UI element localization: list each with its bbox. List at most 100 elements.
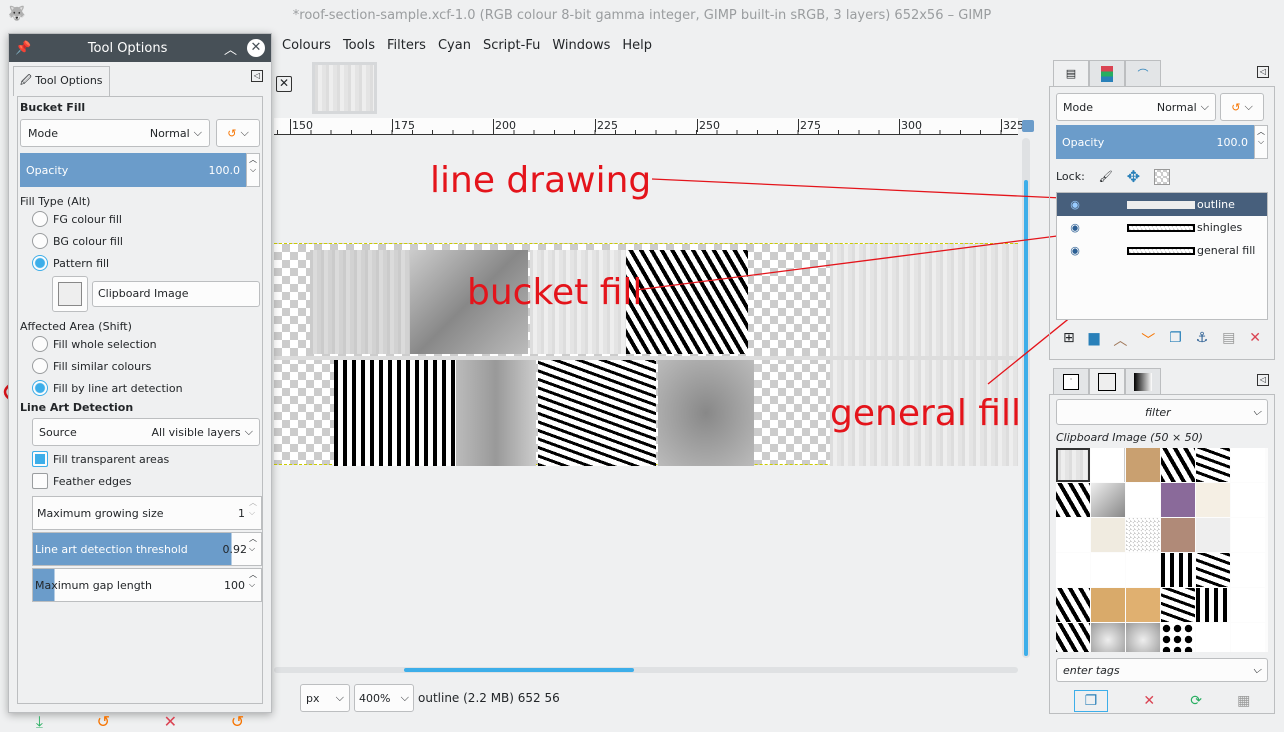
lower-layer-icon[interactable]: ﹀	[1141, 330, 1155, 350]
layer-name[interactable]: shingles	[1197, 221, 1242, 234]
duplicate-layer-icon[interactable]: ❐	[1169, 330, 1182, 350]
pattern-swatch[interactable]	[1126, 588, 1160, 622]
pattern-grid[interactable]	[1056, 448, 1268, 652]
layer-row-shingles[interactable]: ◉ shingles	[1057, 216, 1267, 239]
pattern-swatch[interactable]	[1196, 588, 1230, 622]
delete-layer-icon[interactable]: ✕	[1249, 330, 1261, 350]
pattern-swatch[interactable]	[1196, 623, 1230, 652]
pattern-button[interactable]	[52, 276, 88, 312]
pattern-swatch[interactable]	[1056, 588, 1090, 622]
new-group-icon[interactable]: ▆	[1089, 330, 1100, 350]
pattern-swatch[interactable]	[1196, 448, 1230, 482]
pattern-name-field[interactable]: Clipboard Image	[92, 281, 260, 307]
pattern-swatch[interactable]	[1126, 483, 1160, 517]
tab-menu-icon[interactable]: ◁	[1257, 374, 1269, 386]
pattern-swatch[interactable]	[1161, 588, 1195, 622]
lock-pixels-icon[interactable]: 🖌	[1099, 170, 1113, 183]
tab-patterns[interactable]	[1089, 368, 1125, 394]
anchor-layer-icon[interactable]: ⚓	[1196, 330, 1209, 350]
visibility-eye-icon[interactable]: ◉	[1057, 244, 1093, 257]
filter-input[interactable]: filter ⌵	[1056, 399, 1268, 425]
pattern-swatch[interactable]	[1196, 518, 1230, 552]
lock-position-icon[interactable]: ✥	[1127, 167, 1140, 186]
pattern-swatch[interactable]	[1126, 623, 1160, 652]
pin-icon[interactable]: 📌	[15, 41, 31, 56]
opacity-stepper[interactable]: ︿ ⌵	[246, 153, 260, 187]
pattern-swatch[interactable]	[1196, 553, 1230, 587]
layer-reset-mode-button[interactable]: ↺ ⌵	[1220, 93, 1264, 121]
pattern-swatch[interactable]	[1161, 553, 1195, 587]
raise-layer-icon[interactable]: ︿	[1113, 330, 1127, 350]
visibility-eye-icon[interactable]: ◉	[1057, 198, 1093, 211]
pattern-swatch[interactable]	[1231, 553, 1265, 587]
zoom-select[interactable]: 400% ⌵	[354, 684, 414, 712]
radio-whole-selection[interactable]: Fill whole selection	[20, 333, 260, 355]
threshold-spinscale[interactable]: Line art detection threshold 0.92 ︿ ⌵	[32, 532, 262, 566]
minimize-icon[interactable]: ︿	[224, 39, 237, 58]
tab-menu-icon[interactable]: ◁	[251, 70, 263, 82]
refresh-patterns-icon[interactable]: ⟳	[1190, 693, 1202, 709]
pattern-swatch[interactable]	[1056, 623, 1090, 652]
layer-row-outline[interactable]: ◉ outline	[1057, 193, 1267, 216]
layer-name[interactable]: general fill	[1197, 244, 1255, 257]
checkbox-feather-edges[interactable]: Feather edges	[20, 470, 260, 492]
pattern-swatch[interactable]	[1231, 588, 1265, 622]
max-gap-spinscale[interactable]: Maximum gap length 100 ︿ ⌵	[32, 568, 262, 602]
checkbox-fill-transparent[interactable]: Fill transparent areas	[20, 448, 260, 470]
pattern-swatch[interactable]	[1231, 518, 1265, 552]
pattern-swatch[interactable]	[1056, 518, 1090, 552]
open-pattern-as-image-icon[interactable]: ❐	[1073, 690, 1109, 712]
new-layer-icon[interactable]: ⊞	[1063, 330, 1075, 350]
pattern-swatch[interactable]	[1091, 588, 1125, 622]
tool-options-titlebar[interactable]: 📌 Tool Options ︿ ✕	[9, 34, 271, 62]
unit-select[interactable]: px ⌵	[300, 684, 350, 712]
pattern-menu-icon[interactable]: ▦	[1237, 693, 1250, 709]
radio-bg-fill[interactable]: BG colour fill	[20, 230, 260, 252]
pattern-swatch[interactable]	[1091, 448, 1125, 482]
mode-select[interactable]: Mode Normal ⌵	[20, 119, 210, 147]
radio-fg-fill[interactable]: FG colour fill	[20, 208, 260, 230]
tags-input[interactable]: enter tags ⌵	[1056, 658, 1268, 682]
lock-alpha-icon[interactable]	[1154, 168, 1171, 185]
pattern-swatch[interactable]	[1161, 483, 1195, 517]
reset-mode-button[interactable]: ↺ ⌵	[216, 119, 260, 147]
layer-mode-select[interactable]: Mode Normal ⌵	[1056, 93, 1216, 121]
pattern-swatch[interactable]	[1126, 518, 1160, 552]
pattern-swatch[interactable]	[1161, 518, 1195, 552]
pattern-swatch[interactable]	[1231, 483, 1265, 517]
tab-menu-icon[interactable]: ◁	[1257, 66, 1269, 78]
delete-options-icon[interactable]: ✕	[164, 712, 177, 732]
source-select[interactable]: Source All visible layers ⌵	[32, 418, 260, 446]
save-options-icon[interactable]: ⤓	[36, 712, 43, 732]
tab-layers[interactable]: ▤	[1053, 60, 1089, 86]
pattern-swatch[interactable]	[1056, 448, 1090, 482]
pattern-swatch[interactable]	[1161, 623, 1195, 652]
tab-gradients[interactable]	[1125, 368, 1161, 394]
pattern-swatch[interactable]	[1161, 448, 1195, 482]
pattern-swatch[interactable]	[1196, 483, 1230, 517]
visibility-eye-icon[interactable]: ◉	[1057, 221, 1093, 234]
merge-layer-icon[interactable]: ▤	[1222, 330, 1235, 350]
opacity-spinscale[interactable]: Opacity 100.0 ︿ ⌵	[20, 153, 260, 187]
max-growing-size-spinscale[interactable]: Maximum growing size 1 ︿ ⌵	[32, 496, 262, 530]
pattern-swatch[interactable]	[1126, 553, 1160, 587]
pattern-swatch[interactable]	[1056, 553, 1090, 587]
radio-line-art[interactable]: Fill by line art detection	[20, 377, 260, 399]
tab-tool-options[interactable]: 🖉 Tool Options	[13, 66, 110, 96]
tab-channels[interactable]	[1089, 60, 1125, 86]
pattern-swatch[interactable]	[1091, 553, 1125, 587]
tab-paths[interactable]: ⌒	[1125, 60, 1161, 86]
radio-similar-colours[interactable]: Fill similar colours	[20, 355, 260, 377]
pattern-swatch[interactable]	[1091, 623, 1125, 652]
tab-brushes[interactable]: ·	[1053, 368, 1089, 394]
layers-list[interactable]: ◉ outline ◉ shingles ◉ general fill	[1056, 192, 1268, 320]
layer-name[interactable]: outline	[1197, 198, 1235, 211]
pattern-swatch[interactable]	[1091, 518, 1125, 552]
pattern-swatch[interactable]	[1231, 623, 1265, 652]
pattern-swatch[interactable]	[1056, 483, 1090, 517]
pattern-swatch[interactable]	[1231, 448, 1265, 482]
delete-pattern-icon[interactable]: ✕	[1143, 693, 1155, 709]
close-icon[interactable]: ✕	[247, 39, 265, 57]
reset-options-icon[interactable]: ↺	[231, 712, 244, 732]
radio-pattern-fill[interactable]: Pattern fill	[20, 252, 260, 274]
